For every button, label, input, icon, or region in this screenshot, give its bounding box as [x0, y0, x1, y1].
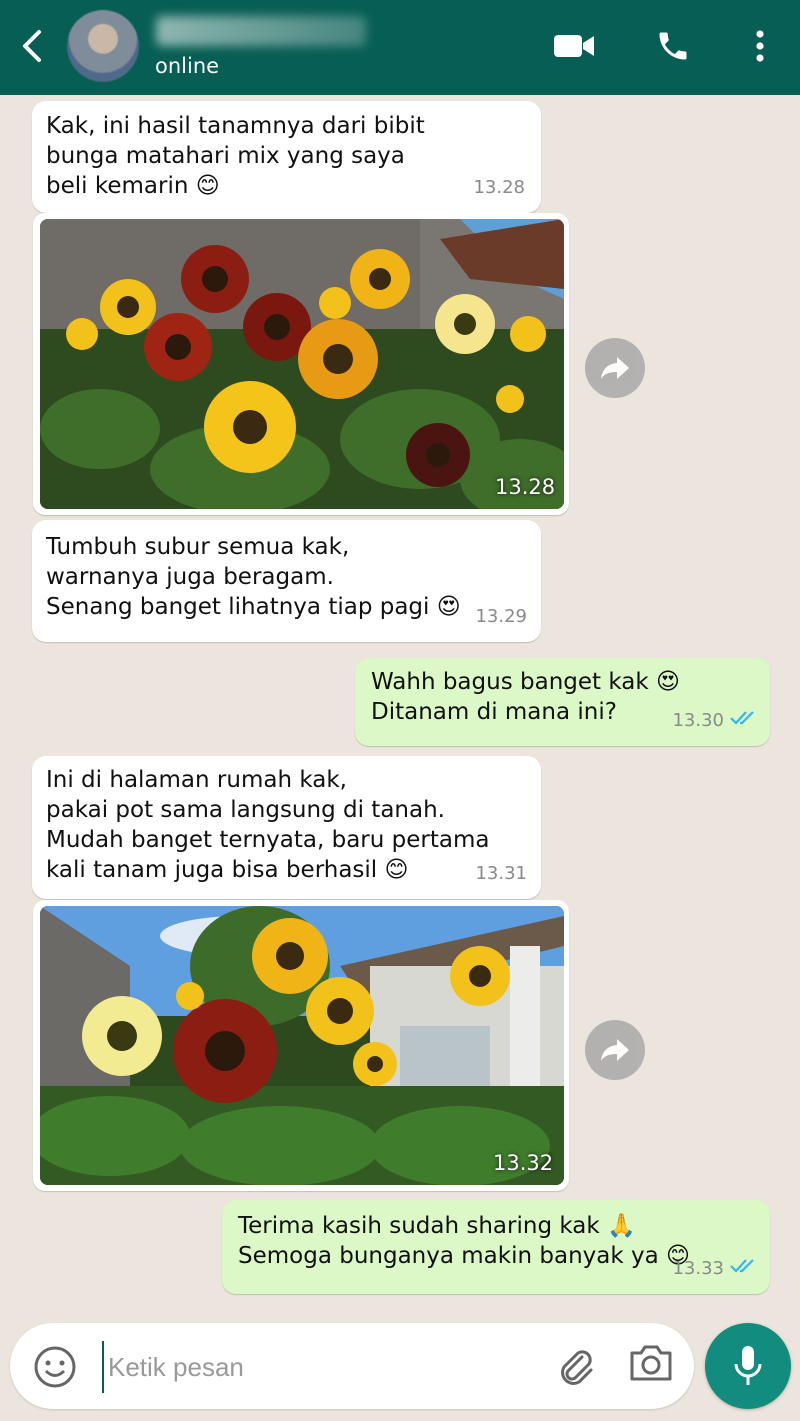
forward-icon[interactable] — [585, 338, 645, 398]
contact-status: online — [155, 54, 220, 78]
image-message[interactable]: 13.32 — [33, 900, 569, 1191]
chat-area[interactable]: Kak, ini hasil tanamnya dari bibit bunga… — [0, 95, 800, 1325]
image-time: 13.28 — [495, 475, 556, 499]
message-composer — [10, 1323, 694, 1409]
message-bubble-incoming[interactable]: Kak, ini hasil tanamnya dari bibit bunga… — [32, 101, 541, 213]
more-vert-icon[interactable] — [746, 22, 774, 70]
message-text: Wahh bagus banget kak 😍 Ditanam di mana … — [371, 669, 680, 725]
message-text: Kak, ini hasil tanamnya dari bibit bunga… — [46, 113, 425, 199]
mic-icon[interactable] — [705, 1323, 791, 1409]
contact-name-blurred[interactable] — [156, 16, 366, 46]
message-text: Tumbuh subur semua kak, warnanya juga be… — [46, 534, 461, 620]
message-time: 13.29 — [475, 606, 527, 627]
message-time: 13.31 — [475, 863, 527, 884]
message-text: Ini di halaman rumah kak, pakai pot sama… — [46, 767, 490, 883]
message-time: 13.33 — [672, 1258, 724, 1279]
message-time: 13.30 — [672, 710, 724, 731]
forward-icon[interactable] — [585, 1020, 645, 1080]
emoji-icon[interactable] — [32, 1344, 78, 1390]
camera-icon[interactable] — [628, 1343, 676, 1389]
message-bubble-incoming[interactable]: Ini di halaman rumah kak, pakai pot sama… — [32, 756, 541, 899]
attach-icon[interactable] — [553, 1343, 599, 1389]
message-bubble-outgoing[interactable]: Wahh bagus banget kak 😍 Ditanam di mana … — [355, 658, 770, 746]
chat-header: online — [0, 0, 800, 95]
read-receipt-icon — [730, 1252, 758, 1282]
video-call-icon[interactable] — [552, 22, 596, 70]
message-bubble-incoming[interactable]: Tumbuh subur semua kak, warnanya juga be… — [32, 520, 541, 642]
image-time: 13.32 — [493, 1151, 554, 1175]
back-arrow-icon[interactable] — [14, 26, 50, 66]
message-bubble-outgoing[interactable]: Terima kasih sudah sharing kak 🙏 Semoga … — [222, 1200, 770, 1294]
sunflower-photo-wall[interactable] — [40, 219, 564, 509]
message-time: 13.28 — [473, 177, 525, 198]
read-receipt-icon — [730, 704, 758, 734]
sunflower-photo-yard[interactable] — [40, 906, 564, 1185]
message-input[interactable] — [102, 1341, 540, 1393]
image-message[interactable]: 13.28 — [33, 213, 569, 515]
avatar[interactable] — [67, 10, 139, 82]
message-text: Terima kasih sudah sharing kak 🙏 Semoga … — [238, 1213, 690, 1269]
phone-icon[interactable] — [652, 22, 694, 70]
